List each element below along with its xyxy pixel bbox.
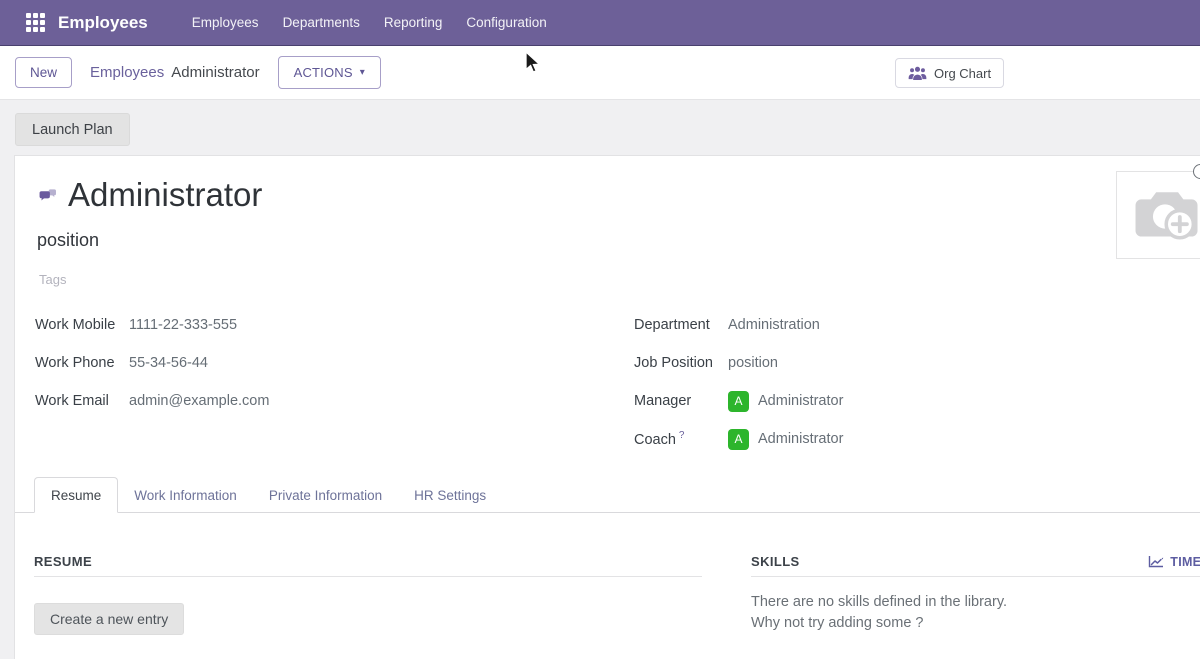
coach-avatar: A [728,429,749,450]
department-value[interactable]: Administration [728,317,820,333]
breadcrumb: Employees Administrator [90,64,260,81]
resume-section: RESUME Create a new entry [34,554,702,635]
camera-add-icon [1129,184,1200,246]
field-coach: Coach? A Administrator [634,420,843,458]
job-position-value[interactable]: position [728,355,778,371]
manager-value[interactable]: A Administrator [728,391,843,412]
employee-form-sheet: Administrator position Work Mobile 1111-… [14,155,1200,659]
app-brand[interactable]: Employees [58,13,148,33]
employee-photo-placeholder[interactable] [1116,171,1200,259]
top-navbar: Employees Employees Departments Reportin… [0,0,1200,46]
field-work-phone: Work Phone 55-34-56-44 [35,344,269,382]
field-manager: Manager A Administrator [634,382,843,420]
new-button[interactable]: New [15,57,72,88]
control-panel: New Employees Administrator ACTIONS ▾ Or… [0,46,1200,100]
timeline-link[interactable]: TIMELINE [1148,555,1200,569]
coach-label: Coach? [634,430,728,448]
work-email-label: Work Email [35,393,129,409]
actions-label: ACTIONS [294,65,353,80]
field-work-email: Work Email admin@example.com [35,382,269,420]
timeline-label: TIMELINE [1170,555,1200,569]
tab-private-information[interactable]: Private Information [253,477,398,513]
skills-heading: SKILLS [751,554,800,569]
work-phone-value[interactable]: 55-34-56-44 [129,355,208,371]
department-label: Department [634,317,728,333]
skills-section: SKILLS TIMELINE There are no skills defi… [751,554,1200,634]
work-mobile-value[interactable]: 1111-22-333-555 [129,317,237,333]
timeline-chart-icon [1148,555,1164,568]
field-department: Department Administration [634,306,843,344]
job-position-subtitle[interactable]: position [37,230,99,251]
work-email-value[interactable]: admin@example.com [129,393,269,409]
launch-plan-button[interactable]: Launch Plan [15,113,130,146]
work-phone-label: Work Phone [35,355,129,371]
fields-left-column: Work Mobile 1111-22-333-555 Work Phone 5… [35,306,269,420]
fields-right-column: Department Administration Job Position p… [634,306,843,458]
field-job-position: Job Position position [634,344,843,382]
tab-work-information[interactable]: Work Information [118,477,253,513]
content-area: Launch Plan Administrator position Work … [0,100,1200,659]
manager-name: Administrator [758,393,843,409]
tags-input[interactable] [39,272,359,287]
breadcrumb-record: Administrator [171,64,259,81]
manager-avatar: A [728,391,749,412]
breadcrumb-app[interactable]: Employees [90,64,164,81]
org-chart-label: Org Chart [934,66,991,81]
work-mobile-label: Work Mobile [35,317,129,333]
chatter-messages-icon[interactable] [39,188,57,203]
org-chart-people-icon [908,65,927,81]
manager-label: Manager [634,393,728,409]
job-position-label: Job Position [634,355,728,371]
page-title[interactable]: Administrator [68,176,262,214]
nav-item-departments[interactable]: Departments [271,0,372,46]
create-new-entry-button[interactable]: Create a new entry [34,603,184,635]
org-chart-button[interactable]: Org Chart [895,58,1004,88]
skills-empty-message: There are no skills defined in the libra… [751,592,1200,634]
actions-button[interactable]: ACTIONS ▾ [278,56,381,89]
coach-help-icon[interactable]: ? [679,430,685,441]
chevron-down-icon: ▾ [360,67,365,78]
resume-heading: RESUME [34,554,92,569]
nav-item-configuration[interactable]: Configuration [454,0,558,46]
nav-item-employees[interactable]: Employees [180,0,271,46]
coach-value[interactable]: A Administrator [728,429,843,450]
field-work-mobile: Work Mobile 1111-22-333-555 [35,306,269,344]
coach-name: Administrator [758,431,843,447]
nav-item-reporting[interactable]: Reporting [372,0,455,46]
apps-grid-icon[interactable] [26,13,45,32]
notebook-tabs: Resume Work Information Private Informat… [15,477,1200,513]
tab-hr-settings[interactable]: HR Settings [398,477,502,513]
tab-resume[interactable]: Resume [34,477,118,513]
